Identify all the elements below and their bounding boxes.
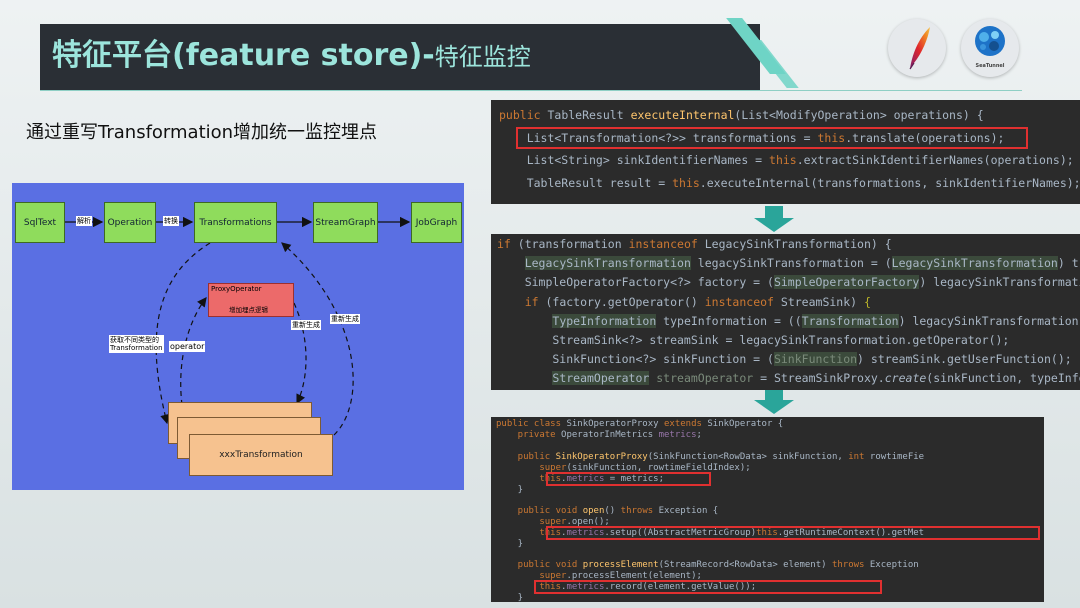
code-line: public SinkOperatorProxy(SinkFunction<Ro… bbox=[496, 452, 925, 462]
code-line: public void open() throws Exception { bbox=[496, 506, 719, 516]
code-line: } bbox=[496, 485, 524, 495]
code-line: List<String> sinkIdentifierNames = this.… bbox=[499, 153, 1074, 167]
seatunnel-icon: SeaTunnel bbox=[961, 19, 1019, 77]
title-main: 特征平台(feature store)- bbox=[52, 38, 435, 73]
node-jobgraph: JobGraph bbox=[411, 202, 462, 243]
code-panel-execute-internal: public TableResult executeInternal(List<… bbox=[491, 100, 1080, 204]
node-streamgraph: StreamGraph bbox=[313, 202, 378, 243]
code-line: public TableResult executeInternal(List<… bbox=[499, 108, 984, 122]
node-transformations: Transformations bbox=[194, 202, 277, 243]
title-sub: 特征监控 bbox=[434, 43, 531, 71]
code-panel-sink-operator-proxy: public class SinkOperatorProxy extends S… bbox=[491, 417, 1044, 602]
highlight-box bbox=[534, 580, 882, 594]
code-line: private OperatorInMetrics metrics; bbox=[496, 430, 702, 440]
node-operation: Operation bbox=[104, 202, 156, 243]
code-line: TableResult result = this.executeInterna… bbox=[499, 176, 1080, 190]
label-operator: operator bbox=[169, 341, 206, 353]
code-line: public void processElement(StreamRecord<… bbox=[496, 560, 919, 570]
code-line: SinkFunction<?> sinkFunction = (SinkFunc… bbox=[497, 352, 1072, 366]
edge-label-parse: 解析 bbox=[76, 216, 92, 227]
header-divider bbox=[40, 90, 1022, 91]
label-get-transformation: 获取不同类型的 Transformation bbox=[109, 335, 164, 354]
flow-arrow bbox=[754, 218, 794, 232]
slide-subtitle: 通过重写Transformation增加统一监控埋点 bbox=[26, 122, 378, 143]
label-regenerate-2: 重新生成 bbox=[330, 314, 360, 325]
transformation-card: xxxTransformation bbox=[189, 434, 333, 476]
highlight-box bbox=[516, 127, 1028, 149]
code-line: TypeInformation typeInformation = ((Tran… bbox=[552, 314, 1080, 328]
node-sqltext: SqlText bbox=[15, 202, 65, 243]
page-title: 特征平台(feature store)-特征监控 bbox=[52, 30, 531, 74]
proxy-operator-box: ProxyOperator 增加埋点逻辑 bbox=[208, 283, 294, 317]
proxy-title: ProxyOperator bbox=[211, 285, 262, 293]
edge-label-convert: 转换 bbox=[163, 216, 179, 227]
code-panel-legacy-sink: if (transformation instanceof LegacySink… bbox=[491, 234, 1080, 390]
code-line: SimpleOperatorFactory<?> factory = (Simp… bbox=[497, 275, 1080, 289]
code-line: StreamOperator streamOperator = StreamSi… bbox=[552, 371, 1080, 385]
code-line: LegacySinkTransformation legacySinkTrans… bbox=[524, 256, 1080, 270]
code-line: StreamSink<?> streamSink = legacySinkTra… bbox=[497, 333, 1010, 347]
highlight-box bbox=[546, 526, 1040, 540]
code-line: if (transformation instanceof LegacySink… bbox=[497, 237, 892, 251]
flow-diagram: SqlText Operation Transformations Stream… bbox=[12, 183, 464, 490]
proxy-subtitle: 增加埋点逻辑 bbox=[229, 306, 268, 314]
flow-arrow bbox=[754, 400, 794, 414]
label-regenerate-1: 重新生成 bbox=[291, 320, 321, 331]
code-line: if (factory.getOperator() instanceof Str… bbox=[524, 295, 871, 309]
card-label: xxxTransformation bbox=[219, 450, 303, 460]
highlight-box bbox=[546, 472, 711, 486]
code-line: } bbox=[496, 593, 524, 602]
apache-feather-icon bbox=[888, 19, 946, 77]
logo-label: SeaTunnel bbox=[975, 63, 1005, 69]
code-line: } bbox=[496, 539, 524, 549]
code-line: public class SinkOperatorProxy extends S… bbox=[496, 419, 784, 429]
